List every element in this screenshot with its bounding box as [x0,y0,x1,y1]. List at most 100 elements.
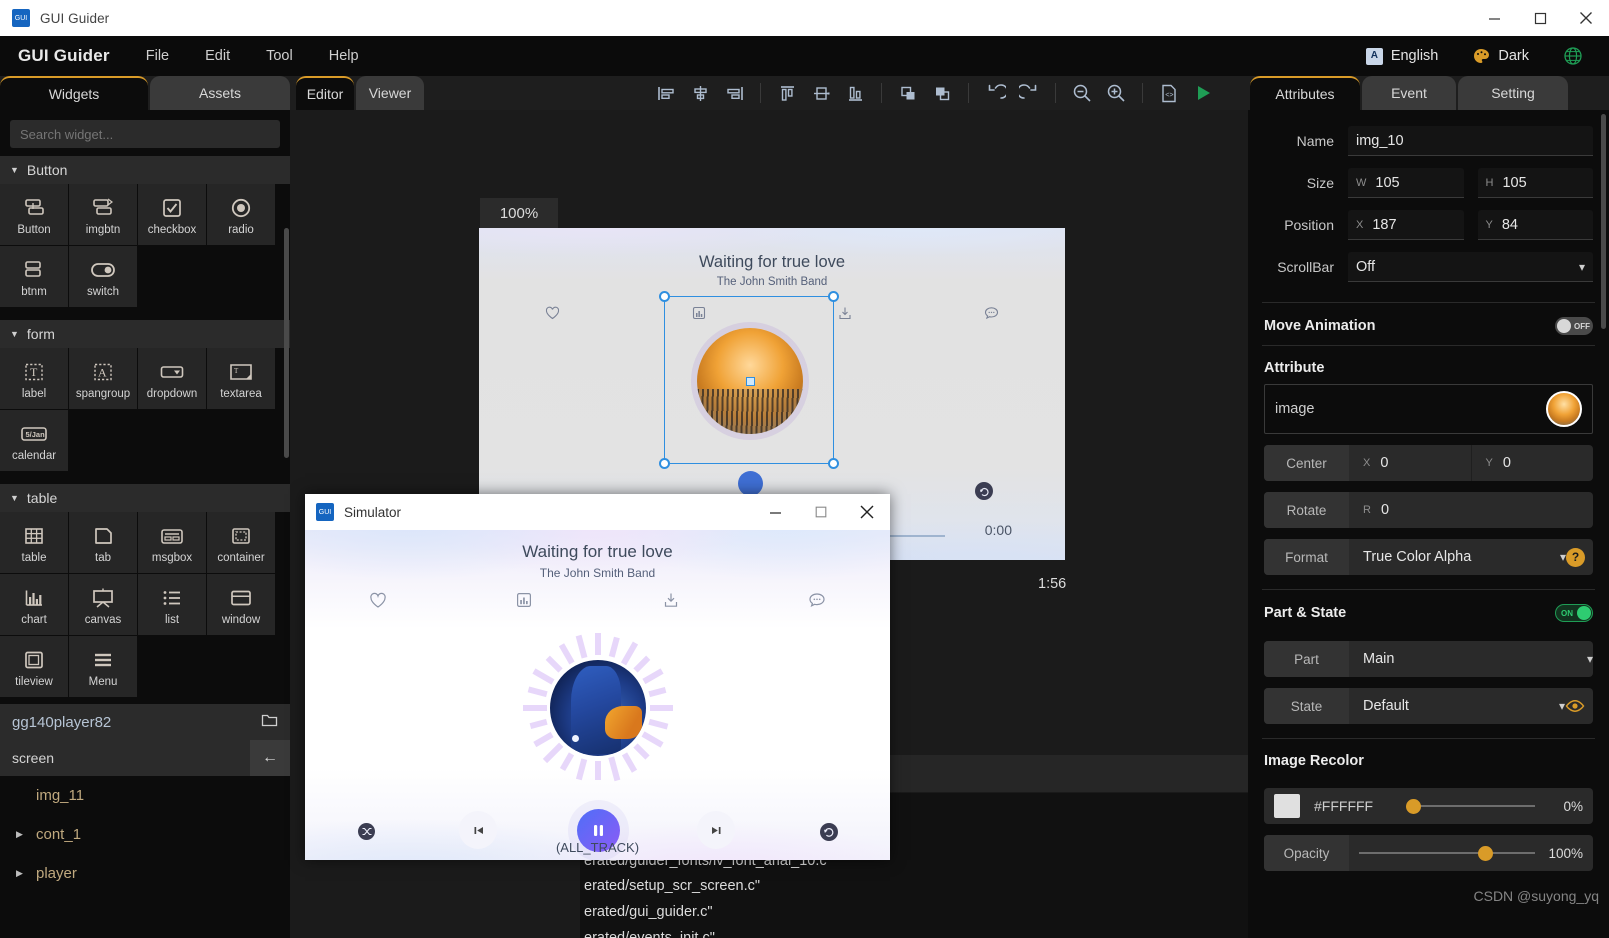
menu-edit[interactable]: Edit [205,48,230,64]
widget-list[interactable]: list [138,574,207,636]
widget-dropdown[interactable]: dropdown [138,348,207,410]
image-source-field[interactable]: image [1264,384,1593,434]
image-thumbnail[interactable] [1546,391,1582,427]
widget-msgbox[interactable]: msgbox [138,512,207,574]
simulator-screen[interactable]: Waiting for true love The John Smith Ban… [305,530,890,860]
menu-help[interactable]: Help [329,48,359,64]
send-to-back-icon[interactable] [925,78,959,108]
center-handle[interactable] [746,377,755,386]
zoom-in-icon[interactable] [1099,78,1133,108]
close-icon[interactable] [844,494,890,530]
tab-editor[interactable]: Editor [296,76,354,110]
widget-button[interactable]: Button [0,184,69,246]
heart-icon[interactable] [305,592,451,609]
resize-handle-tl[interactable] [659,291,670,302]
slider-thumb[interactable] [1478,846,1493,861]
tree-item-img_11[interactable]: img_11 [0,776,290,815]
widget-radio[interactable]: radio [207,184,276,246]
align-right-icon[interactable] [717,78,751,108]
theme-selector[interactable]: Dark [1472,47,1529,65]
help-icon[interactable]: ? [1566,548,1585,567]
widget-label[interactable]: T label [0,348,69,410]
widget-table[interactable]: table [0,512,69,574]
run-icon[interactable] [1186,78,1220,108]
minimize-icon[interactable] [1471,0,1517,36]
widget-window[interactable]: window [207,574,276,636]
tab-setting[interactable]: Setting [1458,76,1568,110]
tab-attributes[interactable]: Attributes [1250,76,1360,110]
download-icon[interactable] [598,592,744,609]
tree-item-cont_1[interactable]: ▶ cont_1 [0,815,290,854]
widget-btnm[interactable]: btnm [0,246,69,308]
chevron-right-icon[interactable]: ▶ [16,829,32,840]
menu-file[interactable]: File [146,48,169,64]
height-field[interactable]: H105 [1478,168,1594,198]
widget-imgbtn[interactable]: imgbtn [69,184,138,246]
position-y-field[interactable]: Y84 [1478,210,1594,240]
widget-group-form-header[interactable]: ▼ form [0,320,290,348]
canvas-play-button[interactable] [738,471,763,496]
widget-spangroup[interactable]: A spangroup [69,348,138,410]
close-icon[interactable] [1563,0,1609,36]
tab-widgets[interactable]: Widgets [0,76,148,110]
tab-assets[interactable]: Assets [150,76,290,110]
center-x-field[interactable]: X0 [1349,445,1471,481]
maximize-icon[interactable] [1517,0,1563,36]
comment-icon[interactable] [744,592,890,609]
name-field[interactable]: img_10 [1348,126,1593,156]
arrow-left-icon[interactable]: ← [250,740,290,776]
widget-switch[interactable]: switch [69,246,138,308]
widget-group-table-header[interactable]: ▼ table [0,484,290,512]
widget-menu[interactable]: Menu [69,636,138,698]
repeat-icon[interactable] [820,823,838,841]
widget-tab[interactable]: tab [69,512,138,574]
right-panel-scrollbar[interactable] [1601,114,1606,329]
search-input[interactable] [10,120,280,148]
widget-textarea[interactable]: T textarea [207,348,276,410]
resize-handle-bl[interactable] [659,458,670,469]
left-panel-scrollbar[interactable] [284,228,289,458]
align-top-icon[interactable] [770,78,804,108]
zoom-out-icon[interactable] [1065,78,1099,108]
heart-icon[interactable] [479,306,626,320]
widget-container[interactable]: container [207,512,276,574]
comment-icon[interactable] [919,306,1066,320]
widget-chart[interactable]: chart [0,574,69,636]
folder-icon[interactable] [261,712,278,732]
tab-event[interactable]: Event [1362,76,1456,110]
recolor-slider[interactable] [1400,788,1545,824]
scrollbar-select[interactable]: Off▾ [1348,252,1593,282]
chevron-right-icon[interactable]: ▶ [16,868,32,879]
minimize-icon[interactable] [752,494,798,530]
shuffle-icon[interactable] [358,823,375,840]
center-y-field[interactable]: Y0 [1472,445,1594,481]
widget-canvas[interactable]: canvas [69,574,138,636]
position-x-field[interactable]: X187 [1348,210,1464,240]
eye-icon[interactable] [1565,699,1585,713]
part-select[interactable]: Main▾ [1349,641,1593,677]
tree-item-player[interactable]: ▶ player [0,854,290,893]
tab-viewer[interactable]: Viewer [356,76,424,110]
color-hex-value[interactable]: #FFFFFF [1314,798,1400,814]
move-animation-toggle[interactable]: OFF [1555,317,1593,335]
align-bottom-icon[interactable] [838,78,872,108]
align-left-icon[interactable] [649,78,683,108]
bring-to-front-icon[interactable] [891,78,925,108]
project-row[interactable]: gg140player82 [0,704,290,740]
canvas-repeat-icon[interactable] [975,482,993,500]
color-swatch[interactable] [1274,794,1300,818]
slider-thumb[interactable] [1406,799,1421,814]
selection-box[interactable] [664,296,834,464]
align-middle-vertical-icon[interactable] [804,78,838,108]
code-icon[interactable]: <> [1152,78,1186,108]
widget-tileview[interactable]: tileview [0,636,69,698]
globe-icon[interactable] [1563,46,1591,66]
resize-handle-br[interactable] [828,458,839,469]
redo-icon[interactable] [1012,78,1046,108]
language-selector[interactable]: A English [1366,48,1439,65]
resize-handle-tr[interactable] [828,291,839,302]
simulator-album-art[interactable] [548,658,648,758]
width-field[interactable]: W105 [1348,168,1464,198]
screen-row[interactable]: screen ← [0,740,290,776]
widget-calendar[interactable]: 5/Jan calendar [0,410,69,472]
